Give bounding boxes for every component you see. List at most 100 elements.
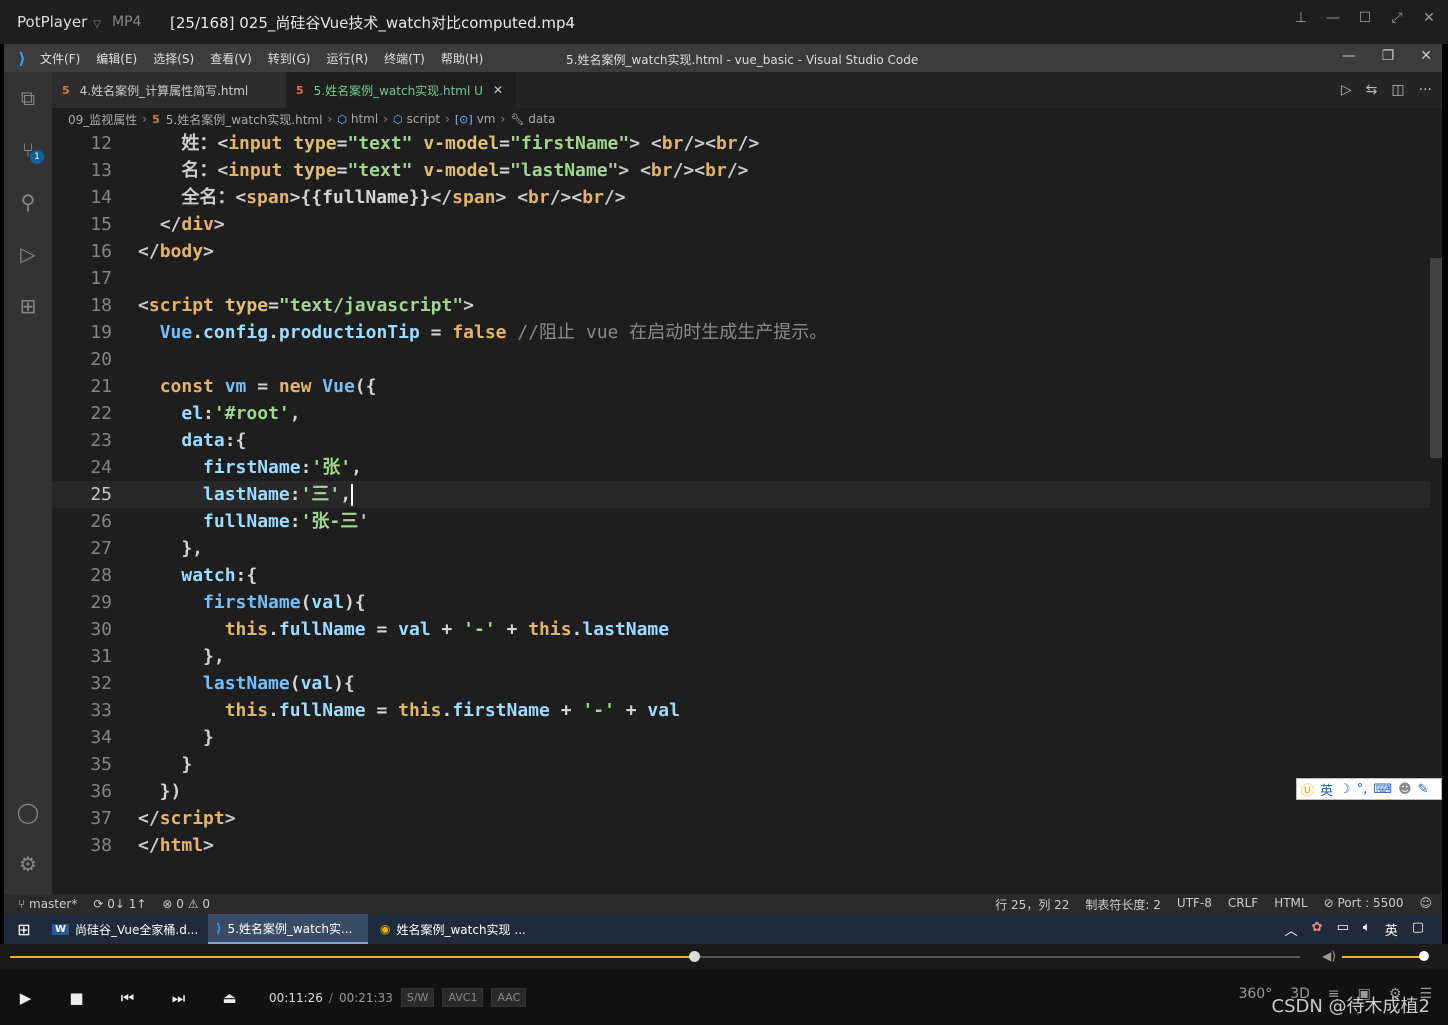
next-icon[interactable]: ⏭︎ — [153, 989, 204, 1007]
extensions-icon[interactable]: ⊞ — [16, 294, 40, 318]
account-icon[interactable]: ◯ — [16, 800, 40, 824]
taskbar-item-chrome[interactable]: ◉ 姓名案例_watch实现 ... — [372, 914, 532, 944]
menu-goto[interactable]: 转到(G) — [268, 50, 311, 67]
audio-codec-badge[interactable]: AAC — [491, 988, 527, 1007]
code-editor[interactable]: 12 姓：<input type="text" v-model="firstNa… — [52, 130, 1430, 892]
code-line[interactable]: 31 }, — [52, 643, 1430, 670]
breadcrumb-data[interactable]: data — [528, 112, 555, 126]
menu-run[interactable]: 运行(R) — [326, 50, 368, 67]
code-line[interactable]: 16 </body> — [52, 238, 1430, 265]
code-line[interactable]: 37 </script> — [52, 805, 1430, 832]
code-line[interactable]: 27 }, — [52, 535, 1430, 562]
punctuation-icon[interactable]: °, — [1357, 782, 1368, 797]
breadcrumb-file[interactable]: 5.姓名案例_watch实现.html — [166, 111, 323, 128]
chevron-up-icon[interactable]: ︿ — [1285, 920, 1298, 939]
vr360-button[interactable]: 360° — [1238, 986, 1272, 1002]
code-line[interactable]: 32 lastName(val){ — [52, 670, 1430, 697]
tab-watch-impl[interactable]: 5 5.姓名案例_watch实现.html U ✕ — [286, 72, 516, 108]
seek-knob[interactable] — [688, 951, 700, 962]
settings-gear-icon[interactable]: ⚙ — [16, 852, 40, 876]
line-ending[interactable]: CRLF — [1228, 896, 1258, 913]
battery-icon[interactable]: ▭ — [1337, 920, 1349, 939]
minimize-button[interactable]: — — [1342, 48, 1356, 64]
ime-toolbar[interactable]: Ⓤ 英 ☽ °, ⌨ ☻ ✎ — [1296, 778, 1442, 800]
menu-file[interactable]: 文件(F) — [40, 50, 80, 67]
language-mode[interactable]: HTML — [1274, 896, 1307, 913]
code-line[interactable]: 28 watch:{ — [52, 562, 1430, 589]
code-line[interactable]: 22 el:'#root', — [52, 400, 1430, 427]
video-codec-badge[interactable]: AVC1 — [442, 988, 484, 1007]
decoder-badge[interactable]: S/W — [400, 988, 435, 1007]
run-icon[interactable]: ▷ — [1341, 82, 1352, 98]
menu-terminal[interactable]: 终端(T) — [384, 50, 425, 67]
code-line[interactable]: 23 data:{ — [52, 427, 1430, 454]
code-line[interactable]: 26 fullName:'张-三' — [52, 508, 1430, 535]
search-icon[interactable]: ⚲ — [16, 190, 40, 214]
pin-icon[interactable]: ⊥ — [1292, 10, 1310, 26]
code-line[interactable]: 34 } — [52, 724, 1430, 751]
compare-icon[interactable]: ⇆ — [1366, 82, 1378, 98]
menu-edit[interactable]: 编辑(E) — [96, 50, 137, 67]
input-language[interactable]: 英 — [1385, 920, 1398, 939]
code-line[interactable]: 29 firstName(val){ — [52, 589, 1430, 616]
code-line[interactable]: 19 Vue.config.productionTip = false //阻止… — [52, 319, 1430, 346]
stop-icon[interactable]: ■ — [51, 989, 102, 1007]
cursor-position[interactable]: 行 25，列 22 — [995, 896, 1069, 913]
more-actions-icon[interactable]: ··· — [1419, 82, 1432, 98]
git-branch[interactable]: ⑂ master* — [18, 897, 77, 911]
code-line[interactable]: 13 名：<input type="text" v-model="lastNam… — [52, 157, 1430, 184]
tab-computed-shorthand[interactable]: 5 4.姓名案例_计算属性简写.html — [52, 72, 286, 108]
sync-status[interactable]: ⟳ 0↓ 1↑ — [93, 897, 146, 911]
code-line[interactable]: 36 }) — [52, 778, 1430, 805]
code-line[interactable]: 38 </html> — [52, 832, 1430, 859]
code-line[interactable]: 35 } — [52, 751, 1430, 778]
explorer-icon[interactable]: ⧉ — [16, 86, 40, 110]
wrench-icon[interactable]: ✎ — [1418, 782, 1429, 797]
indentation[interactable]: 制表符长度: 2 — [1085, 896, 1161, 913]
code-line[interactable]: 14 全名：<span>{{fullName}}</span> <br/><br… — [52, 184, 1430, 211]
menu-selection[interactable]: 选择(S) — [153, 50, 194, 67]
previous-icon[interactable]: ⏮︎ — [102, 989, 153, 1007]
taskbar-item-vscode[interactable]: ⟩ 5.姓名案例_watch实... — [208, 914, 368, 944]
code-line[interactable]: 33 this.fullName = this.firstName + '-' … — [52, 697, 1430, 724]
close-button[interactable]: ✕ — [1420, 10, 1438, 26]
split-editor-icon[interactable]: ◫ — [1391, 82, 1404, 98]
app-tray-icon[interactable]: ✿ — [1312, 920, 1323, 939]
keyboard-icon[interactable]: ⌨ — [1373, 782, 1392, 797]
restore-button[interactable]: ❐ — [1382, 48, 1395, 64]
eject-icon[interactable]: ⏏︎ — [204, 989, 255, 1007]
minimize-button[interactable]: — — [1324, 10, 1342, 26]
play-icon[interactable]: ▶ — [0, 989, 51, 1007]
potplayer-menu-button[interactable]: PotPlayer ▽ — [0, 13, 112, 31]
code-line[interactable]: 12 姓：<input type="text" v-model="firstNa… — [52, 130, 1430, 157]
breadcrumb-folder[interactable]: 09_监视属性 — [68, 111, 137, 128]
menu-help[interactable]: 帮助(H) — [441, 50, 483, 67]
taskbar-item-word[interactable]: W 尚硅谷_Vue全家桶.d... — [44, 914, 204, 944]
feedback-icon[interactable]: ☺ — [1419, 896, 1432, 913]
maximize-button[interactable]: ☐ — [1356, 10, 1374, 26]
code-line[interactable]: 18 <script type="text/javascript"> — [52, 292, 1430, 319]
code-line[interactable]: 21 const vm = new Vue({ — [52, 373, 1430, 400]
encoding[interactable]: UTF-8 — [1177, 896, 1212, 913]
scrollbar-thumb[interactable] — [1430, 258, 1442, 458]
windows-start-icon[interactable]: ⊞ — [4, 920, 44, 939]
volume-icon[interactable]: ◀) — [1322, 949, 1336, 963]
menu-view[interactable]: 查看(V) — [210, 50, 252, 67]
close-button[interactable]: ✕ — [1420, 48, 1432, 64]
live-server-port[interactable]: ⊘ Port : 5500 — [1324, 896, 1404, 913]
moon-icon[interactable]: ☽ — [1339, 782, 1351, 797]
volume-knob[interactable] — [1419, 951, 1429, 961]
breadcrumb-html[interactable]: html — [351, 112, 378, 126]
notification-icon[interactable]: ▢ — [1412, 920, 1424, 939]
close-icon[interactable]: ✕ — [493, 83, 503, 97]
user-icon[interactable]: ☻ — [1398, 782, 1412, 797]
code-line[interactable]: 24 firstName:'张', — [52, 454, 1430, 481]
code-line[interactable]: 25 lastName:'三', — [52, 481, 1430, 508]
seek-bar[interactable] — [10, 956, 1300, 958]
code-line[interactable]: 30 this.fullName = val + '-' + this.last… — [52, 616, 1430, 643]
problems-status[interactable]: ⊗ 0 ⚠ 0 — [162, 897, 210, 911]
code-line[interactable]: 20 — [52, 346, 1430, 373]
code-line[interactable]: 17 — [52, 265, 1430, 292]
volume-bar[interactable] — [1342, 956, 1424, 958]
fullscreen-button[interactable]: ⤢ — [1388, 10, 1406, 26]
